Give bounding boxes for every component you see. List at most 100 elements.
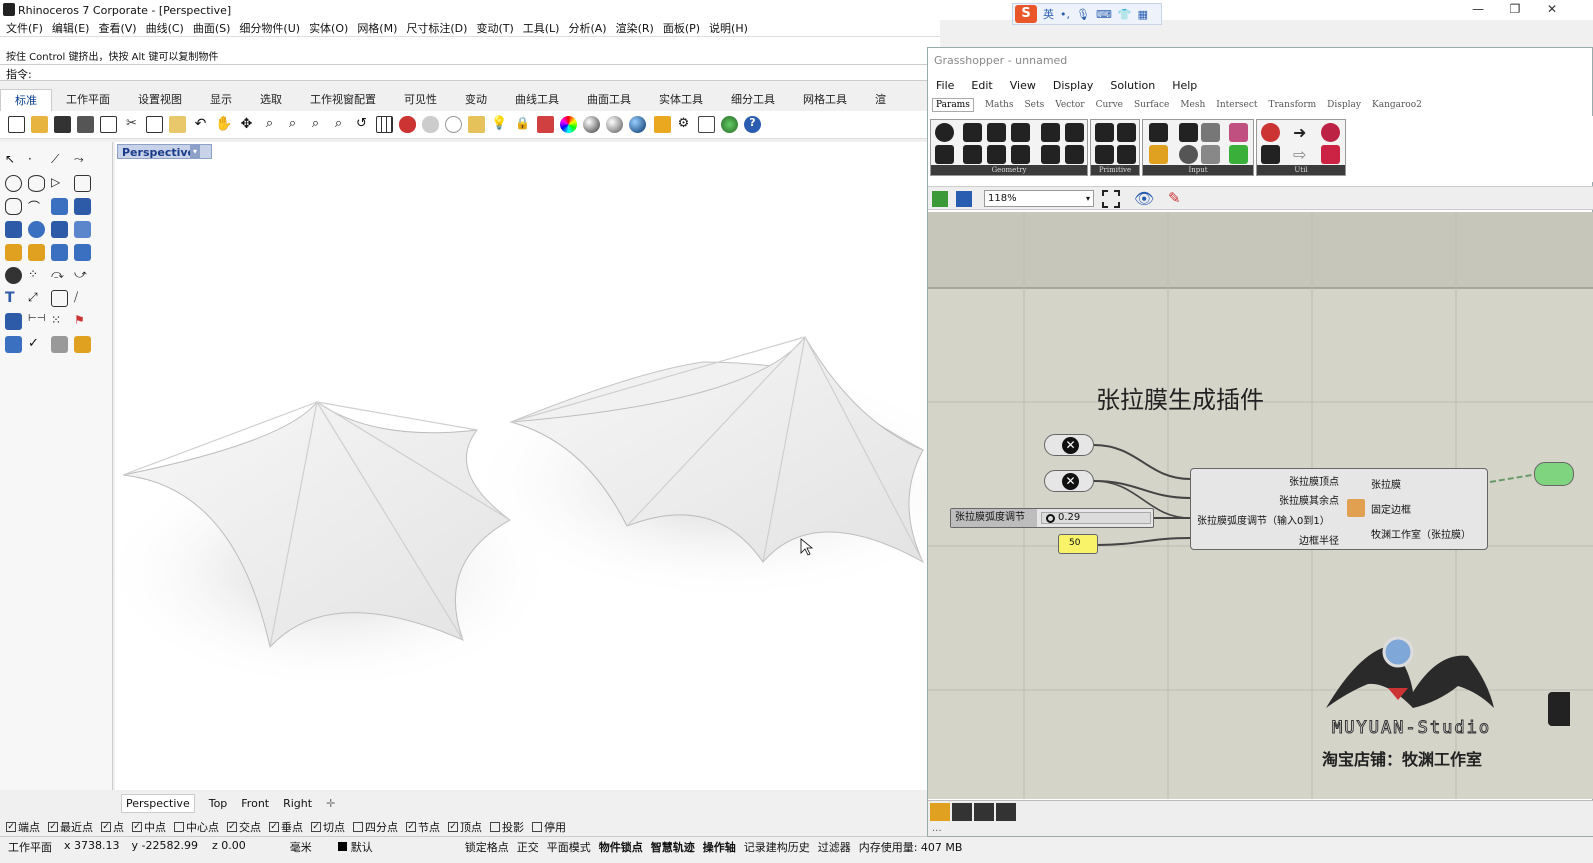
gh-param-icon[interactable] [1041,145,1060,164]
ellipse-icon[interactable] [28,175,45,192]
osnap-checkbox[interactable]: ✓ [101,822,111,832]
status-cplane[interactable]: 工作平面 [8,839,52,855]
globe-icon[interactable] [721,116,738,133]
new-file-icon[interactable] [8,116,25,133]
gh-param-icon[interactable]: ⇨ [1293,145,1312,164]
menu-file[interactable]: 文件(F) [6,20,43,36]
tab-render-tools[interactable]: 渲 [861,89,900,111]
gh-param-icon[interactable] [1179,123,1198,142]
menu-analyze[interactable]: 分析(A) [568,20,606,36]
comp-input-vertex[interactable]: 张拉膜顶点 [1289,473,1339,488]
gh-tab-mesh[interactable]: Mesh [1180,100,1205,110]
layer-icon[interactable] [537,116,554,133]
gh-param-icon[interactable] [935,123,954,142]
gh-number-slider[interactable]: 张拉膜弧度调节 0.29 [950,508,1154,528]
command-line[interactable]: 指令: [0,64,940,81]
gh-open-icon[interactable] [932,191,948,207]
nodes-icon[interactable]: ⁘ [28,267,45,284]
comp-input-others[interactable]: 张拉膜其余点 [1279,492,1339,507]
comp-output-membrane[interactable]: 张拉膜 [1371,476,1401,491]
comp-input-frame-radius[interactable]: 边框半径 [1299,532,1339,547]
polyline-icon[interactable]: ⟋ [51,152,68,169]
osnap-0[interactable]: ✓ 端点 [6,819,40,835]
text-icon[interactable]: T [5,290,22,307]
menu-transform[interactable]: 变动(T) [476,20,513,36]
gh-tab-sets[interactable]: Sets [1024,100,1044,110]
gh-param-icon[interactable] [1149,145,1168,164]
save-icon[interactable] [54,116,71,133]
osnap-4[interactable]: 中心点 [174,819,219,835]
menu-view[interactable]: 查看(V) [98,20,136,36]
copy-icon[interactable] [146,116,163,133]
comp-output-frame[interactable]: 固定边框 [1371,501,1411,516]
dimension-icon[interactable]: ⊢⊣ [28,313,45,330]
gh-param-icon[interactable] [1041,123,1060,142]
undo-view-icon[interactable]: ↺ [353,116,370,133]
tab-standard[interactable]: 标准 [0,89,52,111]
tab-set-view[interactable]: 设置视图 [124,89,196,111]
tab-viewport-layout[interactable]: 工作视窗配置 [296,89,390,111]
viewport-menu-chevron-icon[interactable]: ▾ [190,144,200,159]
gh-param-icon[interactable] [1095,145,1114,164]
gh-param-icon[interactable] [1261,123,1280,142]
zoom-extents-icon[interactable]: ⌕ [307,116,324,133]
menu-curve[interactable]: 曲线(C) [146,20,184,36]
check-icon[interactable]: ✓ [28,336,45,353]
gh-point-param-vertex[interactable]: ✕ [1044,434,1094,456]
pan-icon[interactable]: ✋ [215,116,232,133]
view-tab-front[interactable]: Front [241,797,269,810]
box-icon[interactable] [5,221,22,238]
gh-param-icon[interactable] [963,123,982,142]
rectangle-icon[interactable] [74,175,91,192]
gh-tab-surface[interactable]: Surface [1134,100,1169,110]
solid-icon[interactable] [5,313,22,330]
menu-solid[interactable]: 实体(O) [309,20,348,36]
array-icon[interactable]: ⁙ [51,313,68,330]
split-icon[interactable] [51,244,68,261]
tab-curve-tools[interactable]: 曲线工具 [501,89,573,111]
gh-param-icon[interactable] [1229,123,1248,142]
osnap-checkbox[interactable] [174,822,184,832]
maximize-button[interactable]: ❐ [1497,0,1533,20]
select-arrow-icon[interactable]: ↖ [5,152,22,169]
osnap-12[interactable]: 停用 [532,819,566,835]
osnap-9[interactable]: ✓ 节点 [406,819,440,835]
draft-angle-icon[interactable] [28,244,45,261]
menu-subd[interactable]: 细分物件(U) [239,20,300,36]
gh-menu-edit[interactable]: Edit [971,79,992,92]
gh-tab-vector[interactable]: Vector [1055,100,1084,110]
gh-menu-view[interactable]: View [1010,79,1036,92]
cplane-icon[interactable] [445,116,462,133]
osnap-checkbox[interactable]: ✓ [48,822,58,832]
comp-input-curvature[interactable]: 张拉膜弧度调节（输入0到1） [1197,512,1351,527]
shaded-sphere-icon[interactable] [606,116,623,133]
gh-menu-file[interactable]: File [936,79,954,92]
gh-zoom-extents-icon[interactable] [1102,190,1120,208]
points-icon[interactable] [468,116,485,133]
gh-param-icon[interactable] [1321,145,1340,164]
osnap-1[interactable]: ✓ 最近点 [48,819,93,835]
osnap-10[interactable]: ✓ 顶点 [448,819,482,835]
gh-downstream-component[interactable] [1534,462,1574,486]
material-sphere-icon[interactable] [629,116,646,133]
menu-edit[interactable]: 编辑(E) [52,20,90,36]
four-view-icon[interactable] [376,116,393,133]
menu-mesh[interactable]: 网格(M) [357,20,397,36]
sogou-icon[interactable]: S [1015,5,1037,23]
gh-zoom-select[interactable]: 118% ▾ [984,190,1094,207]
ime-toolbar[interactable]: S 英 •, 🎙 ⌨ 👕 ▦ [1012,3,1162,25]
gh-tab-intersect[interactable]: Intersect [1216,100,1257,110]
comp-output-credit[interactable]: 牧渊工作室（张拉膜） [1371,526,1471,541]
gh-param-icon[interactable] [1117,145,1136,164]
osnap-8[interactable]: 四分点 [353,819,398,835]
block-icon[interactable]: ⚑ [74,313,91,330]
gh-tab-maths[interactable]: Maths [985,100,1014,110]
gh-bottom-icon[interactable] [996,803,1016,821]
osnap-checkbox[interactable]: ✓ [6,822,16,832]
scale-icon[interactable]: ⤢ [28,290,45,307]
gh-preview-eye-icon[interactable]: 👁 [1134,189,1154,208]
toggle-smarttrack[interactable]: 智慧轨迹 [651,839,695,855]
minimize-button[interactable]: — [1460,0,1496,20]
status-layer[interactable]: 默认 [351,839,373,855]
mirror-icon[interactable]: ⧸ [74,290,91,307]
